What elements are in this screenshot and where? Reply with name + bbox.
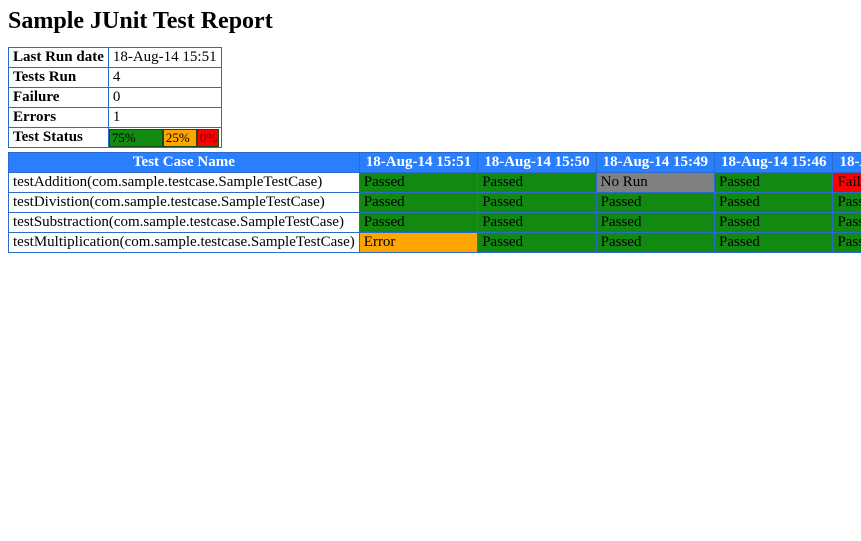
summary-row: Tests Run4: [9, 68, 222, 88]
result-cell-error: Error: [359, 233, 477, 253]
results-header-run: 18-Aug-14 15:51: [359, 153, 477, 173]
summary-row: Failure0: [9, 88, 222, 108]
test-case-name: testSubstraction(com.sample.testcase.Sam…: [9, 213, 360, 233]
results-header-run: 18-Aug-14 15:50: [478, 153, 596, 173]
test-case-name: testDivistion(com.sample.testcase.Sample…: [9, 193, 360, 213]
result-cell-passed: Passed: [359, 193, 477, 213]
results-header-name: Test Case Name: [9, 153, 360, 173]
result-cell-passed: Passed: [715, 173, 833, 193]
results-header-run: 18-Aug-14 15:46: [715, 153, 833, 173]
summary-label: Last Run date: [9, 48, 109, 68]
table-row: testMultiplication(com.sample.testcase.S…: [9, 233, 861, 253]
result-cell-passed: Passed: [478, 213, 596, 233]
result-cell-passed: Passed: [833, 193, 861, 213]
results-header-run: 18-Aug-14 15:49: [596, 153, 714, 173]
summary-label: Failure: [9, 88, 109, 108]
result-cell-passed: Passed: [478, 193, 596, 213]
test-case-name: testMultiplication(com.sample.testcase.S…: [9, 233, 360, 253]
summary-status-bar: 75%25%0%: [108, 128, 221, 148]
status-segment-red: 0%: [197, 129, 219, 147]
result-cell-passed: Passed: [596, 193, 714, 213]
table-row: testAddition(com.sample.testcase.SampleT…: [9, 173, 861, 193]
result-cell-passed: Passed: [833, 233, 861, 253]
summary-status-label: Test Status: [9, 128, 109, 148]
summary-value: 1: [108, 108, 221, 128]
summary-status-row: Test Status75%25%0%: [9, 128, 222, 148]
summary-value: 18-Aug-14 15:51: [108, 48, 221, 68]
result-cell-passed: Passed: [596, 233, 714, 253]
summary-value: 0: [108, 88, 221, 108]
result-cell-passed: Passed: [359, 173, 477, 193]
result-cell-norun: No Run: [596, 173, 714, 193]
result-cell-passed: Passed: [596, 213, 714, 233]
summary-label: Tests Run: [9, 68, 109, 88]
result-cell-passed: Passed: [715, 213, 833, 233]
page-title: Sample JUnit Test Report: [8, 8, 853, 35]
result-cell-passed: Passed: [715, 233, 833, 253]
summary-value: 4: [108, 68, 221, 88]
summary-table: Last Run date18-Aug-14 15:51Tests Run4Fa…: [8, 47, 222, 148]
result-cell-failed: Failed: [833, 173, 861, 193]
table-row: testSubstraction(com.sample.testcase.Sam…: [9, 213, 861, 233]
summary-row: Errors1: [9, 108, 222, 128]
table-row: testDivistion(com.sample.testcase.Sample…: [9, 193, 861, 213]
status-segment-orange: 25%: [163, 129, 197, 147]
summary-label: Errors: [9, 108, 109, 128]
test-case-name: testAddition(com.sample.testcase.SampleT…: [9, 173, 360, 193]
result-cell-passed: Passed: [478, 173, 596, 193]
status-segment-green: 75%: [109, 129, 163, 147]
results-table: Test Case Name18-Aug-14 15:5118-Aug-14 1…: [8, 152, 861, 253]
result-cell-passed: Passed: [359, 213, 477, 233]
result-cell-passed: Passed: [833, 213, 861, 233]
result-cell-passed: Passed: [478, 233, 596, 253]
summary-row: Last Run date18-Aug-14 15:51: [9, 48, 222, 68]
result-cell-passed: Passed: [715, 193, 833, 213]
results-header-run: 18-Aug-14 15:45: [833, 153, 861, 173]
